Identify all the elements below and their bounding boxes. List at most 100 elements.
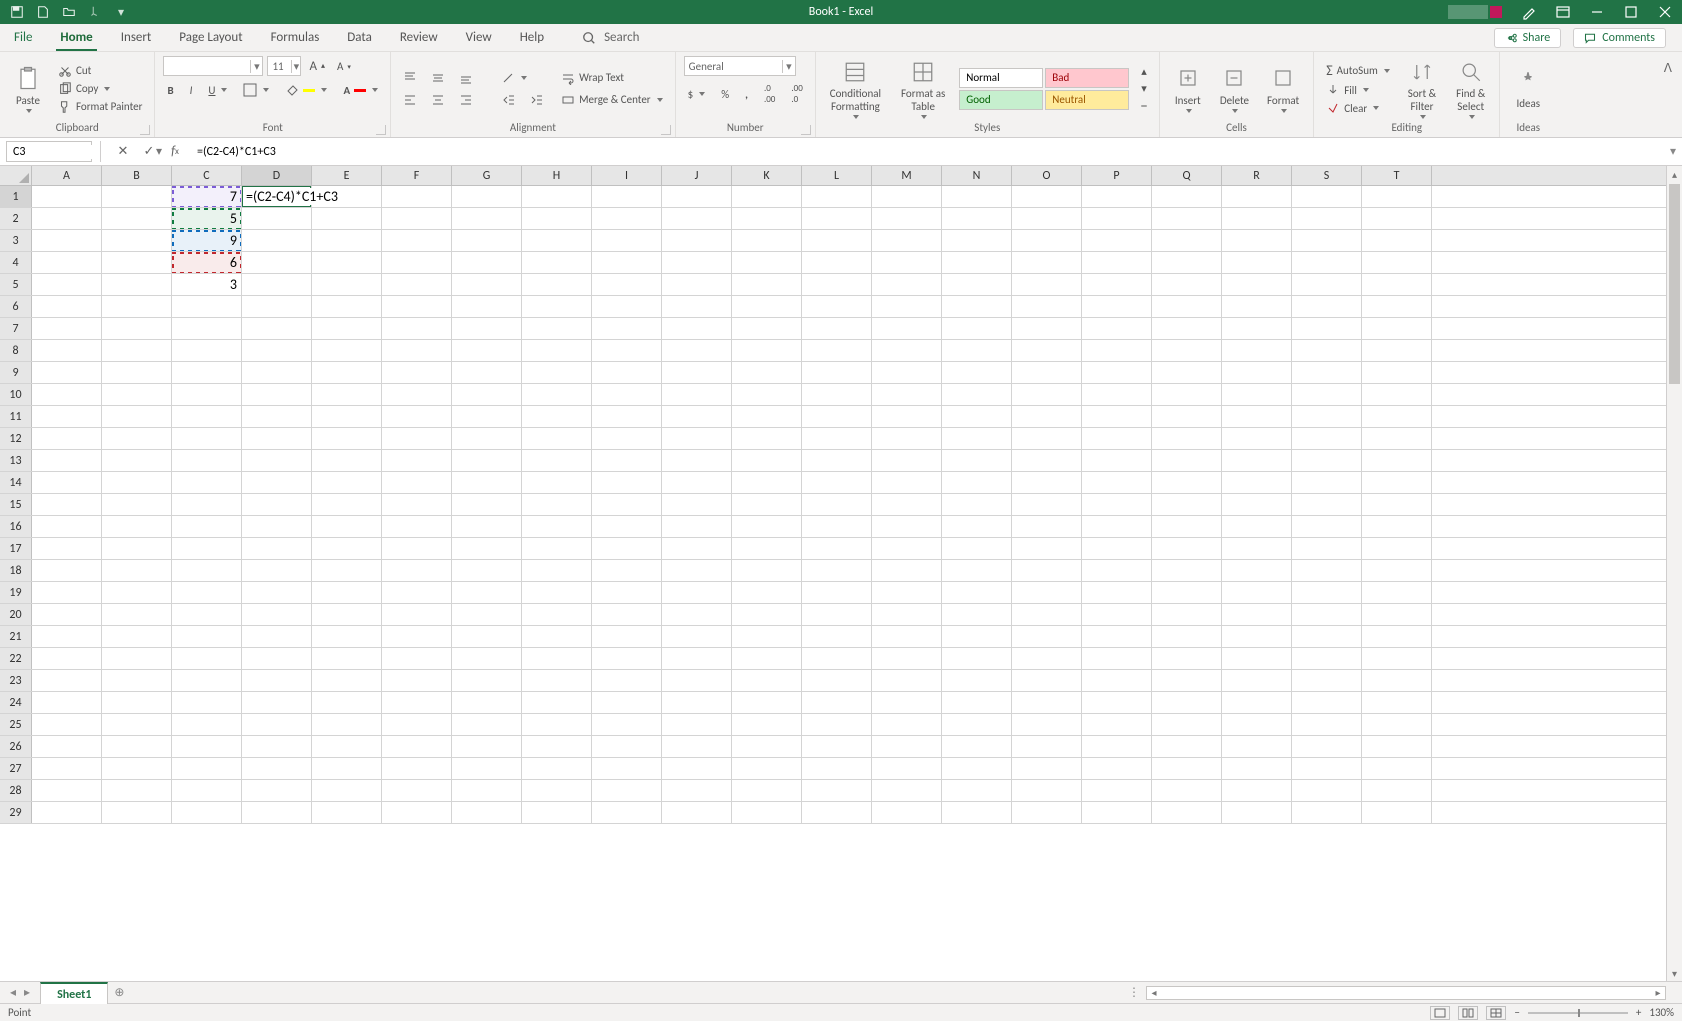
cell-F1[interactable]: [382, 186, 452, 207]
cell-H15[interactable]: [522, 494, 592, 515]
cell-D27[interactable]: [242, 758, 312, 779]
cell-D4[interactable]: [242, 252, 312, 273]
cell-K3[interactable]: [732, 230, 802, 251]
cell-O26[interactable]: [1012, 736, 1082, 757]
cell-N2[interactable]: [942, 208, 1012, 229]
col-header-T[interactable]: T: [1362, 166, 1432, 185]
cell-M20[interactable]: [872, 604, 942, 625]
cell-T24[interactable]: [1362, 692, 1432, 713]
format-cells-button[interactable]: Format: [1261, 62, 1305, 115]
cell-J25[interactable]: [662, 714, 732, 735]
cell-S12[interactable]: [1292, 428, 1362, 449]
cell-P26[interactable]: [1082, 736, 1152, 757]
cell-N15[interactable]: [942, 494, 1012, 515]
cell-T29[interactable]: [1362, 802, 1432, 823]
cell-K20[interactable]: [732, 604, 802, 625]
cell-S16[interactable]: [1292, 516, 1362, 537]
cell-J6[interactable]: [662, 296, 732, 317]
cell-R4[interactable]: [1222, 252, 1292, 273]
cell-E28[interactable]: [312, 780, 382, 801]
cell-A27[interactable]: [32, 758, 102, 779]
cell-N8[interactable]: [942, 340, 1012, 361]
cell-H19[interactable]: [522, 582, 592, 603]
cell-C8[interactable]: [172, 340, 242, 361]
cell-E27[interactable]: [312, 758, 382, 779]
cell-M10[interactable]: [872, 384, 942, 405]
normal-view-button[interactable]: [1430, 1006, 1450, 1020]
ribbon-display-icon[interactable]: [1546, 0, 1580, 24]
cell-D7[interactable]: [242, 318, 312, 339]
cell-C18[interactable]: [172, 560, 242, 581]
cell-L29[interactable]: [802, 802, 872, 823]
cell-B27[interactable]: [102, 758, 172, 779]
cell-J17[interactable]: [662, 538, 732, 559]
tab-insert[interactable]: Insert: [107, 24, 166, 51]
row-header-26[interactable]: 26: [0, 736, 32, 757]
cell-D15[interactable]: [242, 494, 312, 515]
cell-I19[interactable]: [592, 582, 662, 603]
comma-format-button[interactable]: ,: [741, 82, 752, 106]
cell-R22[interactable]: [1222, 648, 1292, 669]
clear-button[interactable]: Clear: [1322, 100, 1394, 116]
tab-page-layout[interactable]: Page Layout: [165, 24, 256, 51]
clipboard-launcher-icon[interactable]: [140, 125, 150, 135]
cell-A18[interactable]: [32, 560, 102, 581]
cell-K4[interactable]: [732, 252, 802, 273]
expand-formula-bar-icon[interactable]: ▾: [1664, 138, 1682, 165]
orientation-button[interactable]: [497, 70, 531, 86]
cell-L4[interactable]: [802, 252, 872, 273]
cell-B12[interactable]: [102, 428, 172, 449]
cell-O19[interactable]: [1012, 582, 1082, 603]
cell-J23[interactable]: [662, 670, 732, 691]
cell-G1[interactable]: [452, 186, 522, 207]
tab-home[interactable]: Home: [46, 24, 106, 51]
cell-E13[interactable]: [312, 450, 382, 471]
cell-R28[interactable]: [1222, 780, 1292, 801]
cell-M21[interactable]: [872, 626, 942, 647]
cell-F8[interactable]: [382, 340, 452, 361]
cell-S25[interactable]: [1292, 714, 1362, 735]
cell-S5[interactable]: [1292, 274, 1362, 295]
cell-D21[interactable]: [242, 626, 312, 647]
cell-N5[interactable]: [942, 274, 1012, 295]
cell-L14[interactable]: [802, 472, 872, 493]
cell-D2[interactable]: [242, 208, 312, 229]
cell-J26[interactable]: [662, 736, 732, 757]
cell-G17[interactable]: [452, 538, 522, 559]
cell-B9[interactable]: [102, 362, 172, 383]
insert-function-button[interactable]: fx: [167, 144, 183, 160]
cell-H28[interactable]: [522, 780, 592, 801]
cell-O9[interactable]: [1012, 362, 1082, 383]
cell-P17[interactable]: [1082, 538, 1152, 559]
cell-S18[interactable]: [1292, 560, 1362, 581]
cell-E22[interactable]: [312, 648, 382, 669]
cell-M4[interactable]: [872, 252, 942, 273]
cell-Q7[interactable]: [1152, 318, 1222, 339]
cell-F18[interactable]: [382, 560, 452, 581]
cell-K6[interactable]: [732, 296, 802, 317]
cell-T28[interactable]: [1362, 780, 1432, 801]
cell-E19[interactable]: [312, 582, 382, 603]
cell-R11[interactable]: [1222, 406, 1292, 427]
cell-Q21[interactable]: [1152, 626, 1222, 647]
cell-Q3[interactable]: [1152, 230, 1222, 251]
cell-O24[interactable]: [1012, 692, 1082, 713]
cell-B22[interactable]: [102, 648, 172, 669]
cell-G14[interactable]: [452, 472, 522, 493]
style-bad[interactable]: Bad: [1045, 68, 1129, 88]
cell-G18[interactable]: [452, 560, 522, 581]
cell-S19[interactable]: [1292, 582, 1362, 603]
cell-H22[interactable]: [522, 648, 592, 669]
row-header-27[interactable]: 27: [0, 758, 32, 779]
style-neutral[interactable]: Neutral: [1045, 90, 1129, 110]
cell-I7[interactable]: [592, 318, 662, 339]
sheet-nav-prev-icon[interactable]: ◂: [10, 985, 16, 1000]
cell-M29[interactable]: [872, 802, 942, 823]
cell-S2[interactable]: [1292, 208, 1362, 229]
row-header-8[interactable]: 8: [0, 340, 32, 361]
wrap-text-button[interactable]: Wrap Text: [557, 70, 667, 86]
cell-J15[interactable]: [662, 494, 732, 515]
cell-A6[interactable]: [32, 296, 102, 317]
ideas-button[interactable]: Ideas: [1508, 65, 1548, 112]
cell-G2[interactable]: [452, 208, 522, 229]
